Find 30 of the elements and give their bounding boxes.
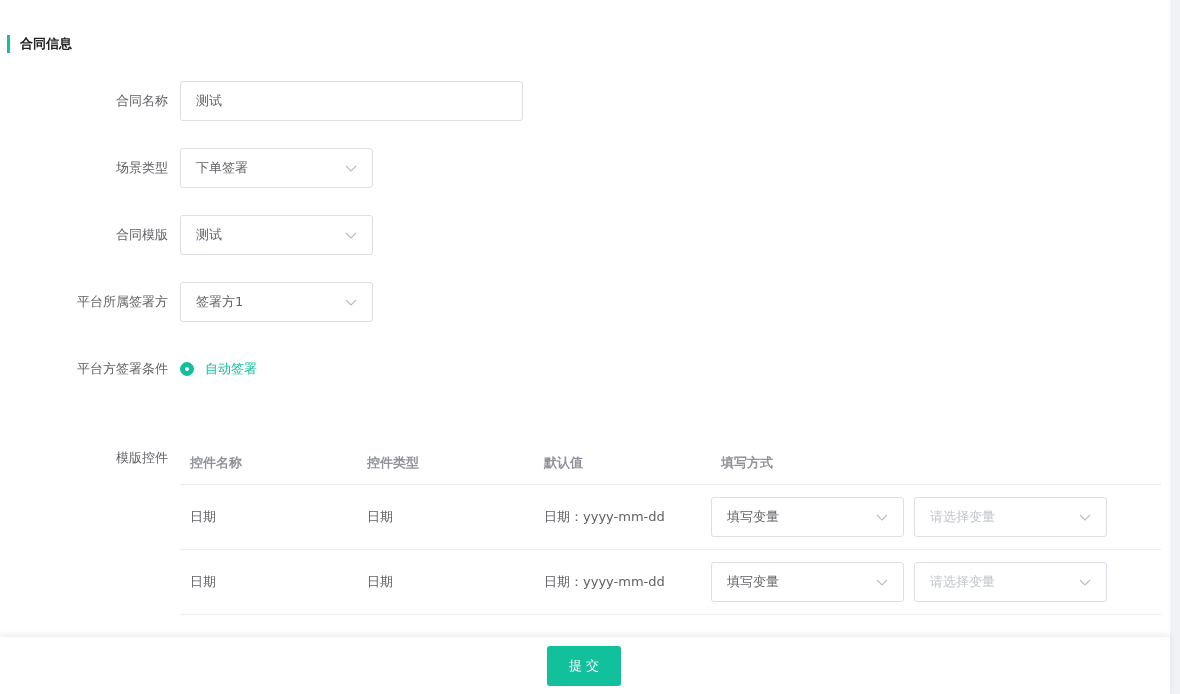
field-label: 合同名称 (115, 92, 169, 110)
chevron-down-icon (345, 231, 357, 239)
section-title: 合同信息 (20, 35, 72, 53)
chevron-down-icon (1079, 513, 1091, 521)
column-header: 控件类型 (366, 454, 420, 472)
column-header: 控件名称 (189, 454, 243, 472)
field-label: 平台所属签署方 (76, 293, 169, 311)
field-label: 场景类型 (115, 159, 169, 177)
field-label: 合同模版 (115, 226, 169, 244)
select-field[interactable]: 测试 (180, 215, 373, 255)
chevron-down-icon (1079, 578, 1091, 586)
field-label: 平台方签署条件 (76, 360, 169, 378)
chevron-down-icon (345, 164, 357, 172)
table-cell-text: 日期 (366, 573, 394, 591)
table-cell-text: 日期：yyyy-mm-dd (543, 508, 666, 526)
table-cell-text: 日期 (189, 573, 217, 591)
column-header: 填写方式 (719, 454, 773, 472)
column-header: 默认值 (542, 454, 584, 472)
select-field[interactable]: 填写变量 (711, 497, 904, 537)
chevron-down-icon (345, 298, 357, 306)
select-field[interactable]: 下单签署 (180, 148, 373, 188)
text-input[interactable]: 测试 (180, 81, 523, 121)
chevron-down-icon (876, 513, 888, 521)
select-field[interactable]: 填写变量 (711, 562, 904, 602)
field-label: 模版控件 (115, 449, 169, 467)
select-field[interactable]: 签署方1 (180, 282, 373, 322)
table-cell-text: 日期 (366, 508, 394, 526)
table-cell-text: 日期：yyyy-mm-dd (543, 573, 666, 591)
table-cell-text: 日期 (189, 508, 217, 526)
chevron-down-icon (876, 578, 888, 586)
